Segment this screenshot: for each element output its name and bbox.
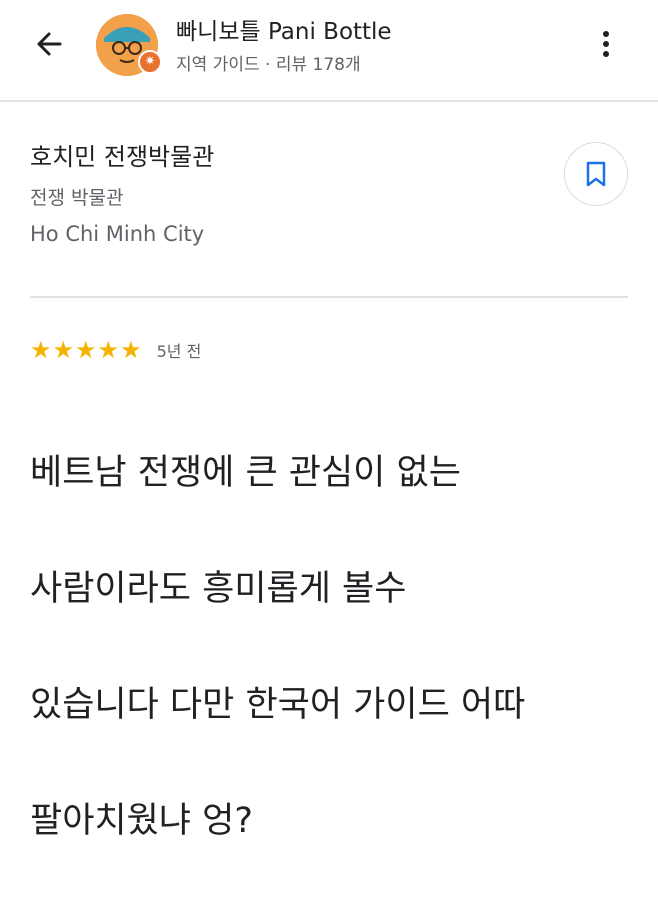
review-time: 5년 전 [156,342,202,361]
place-city: Ho Chi Minh City [30,222,205,247]
review-line: 베트남 전쟁에 큰 관심이 없는 [30,453,461,493]
more-vert-icon[interactable] [594,26,618,62]
star-icon: ★★★★★ [30,336,143,364]
profile-name[interactable]: 빠니보틀 Pani Bottle [176,12,392,46]
local-guide-badge-icon: ✷ [138,50,162,74]
review-rating: ★★★★★ 5년 전 [30,338,201,362]
profile-header: ✷ 빠니보틀 Pani Bottle 지역 가이드 · 리뷰 178개 [0,0,658,100]
review-line: 팔아치웠냐 엉? [30,801,253,841]
review-line: 사람이라도 흥미롭게 볼수 [30,569,407,609]
bookmark-icon [586,161,606,187]
place-card[interactable]: 호치민 전쟁박물관 전쟁 박물관 Ho Chi Minh City [30,118,560,246]
review-line: 있습니다 다만 한국어 가이드 어따 [30,685,526,725]
save-button[interactable] [564,142,628,206]
review-text: 베트남 전쟁에 큰 관심이 없는 사람이라도 흥미롭게 볼수 있습니다 다만 한… [30,386,650,908]
place-category: 전쟁 박물관 [30,187,124,210]
profile-meta: 지역 가이드 · 리뷰 178개 [176,55,361,75]
back-arrow-icon[interactable] [30,24,70,64]
header-divider [0,100,658,102]
place-name[interactable]: 호치민 전쟁박물관 [30,142,560,173]
place-divider [30,296,628,298]
